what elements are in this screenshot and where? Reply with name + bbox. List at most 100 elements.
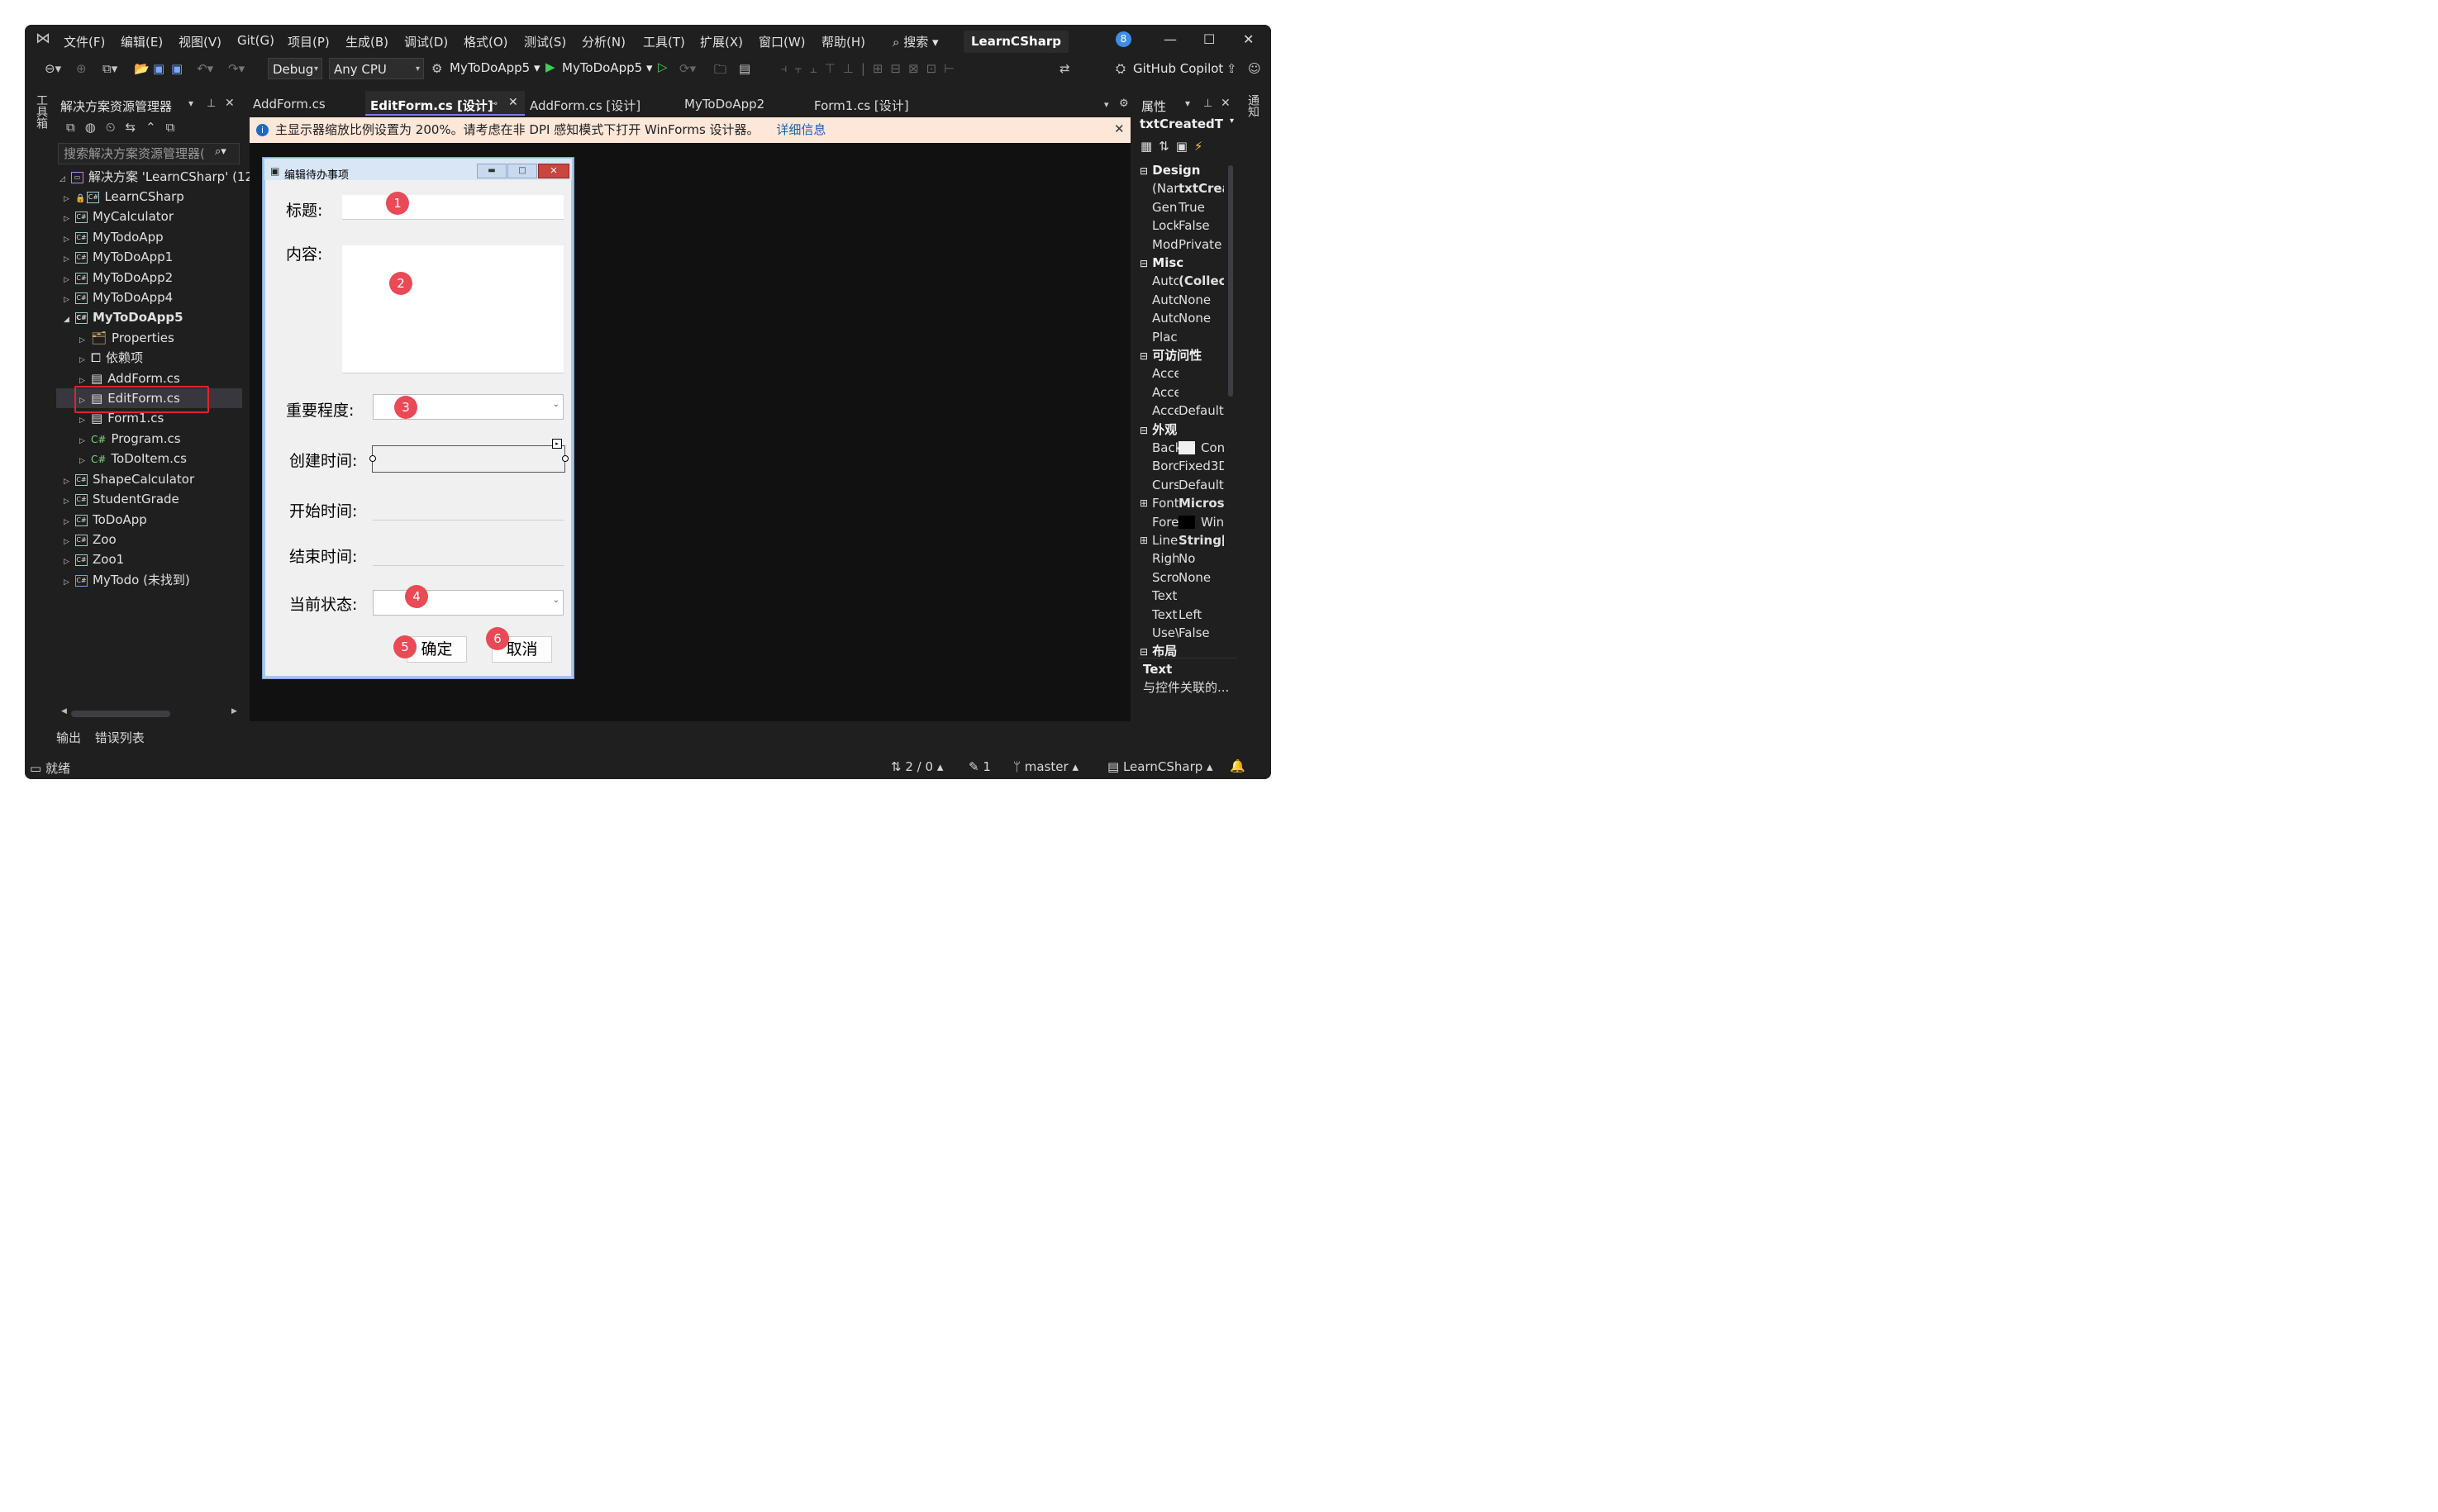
property-row[interactable]: Autc None bbox=[1138, 291, 1224, 309]
property-row[interactable]: Lock False bbox=[1138, 216, 1224, 235]
error-list-tab[interactable]: 错误列表 bbox=[95, 730, 145, 745]
property-row[interactable]: Righ No bbox=[1138, 549, 1224, 568]
tree-project-zoo[interactable]: ▷ C# Zoo bbox=[64, 530, 117, 549]
property-value[interactable]: None bbox=[1179, 291, 1211, 309]
property-value[interactable]: No bbox=[1179, 549, 1195, 568]
scroll-left-icon[interactable]: ◀ bbox=[61, 707, 67, 716]
gear-icon[interactable]: ⚙ bbox=[1119, 97, 1129, 110]
property-row[interactable]: Autc None bbox=[1138, 309, 1224, 327]
resize-handle-right[interactable] bbox=[562, 455, 569, 462]
open-icon[interactable]: 📂 bbox=[134, 61, 150, 76]
pin-icon[interactable]: ⊥ bbox=[207, 97, 216, 110]
panel-menu-icon[interactable]: ▾ bbox=[188, 97, 193, 109]
maximize-button[interactable]: ☐ bbox=[1203, 31, 1215, 47]
config-combo[interactable]: Debug ▾ bbox=[268, 58, 322, 79]
copilot-button[interactable]: GitHub Copilot bbox=[1133, 61, 1223, 76]
property-row[interactable]: Curs Default bbox=[1138, 476, 1224, 494]
tab-addform-designer[interactable]: AddForm.cs [设计] bbox=[530, 97, 640, 114]
status-repo[interactable]: ▤ LearnCSharp ▴ bbox=[1107, 759, 1213, 774]
end-time-textbox[interactable] bbox=[373, 541, 564, 566]
status-branch[interactable]: ᛘ master ▴ bbox=[1013, 759, 1079, 774]
form-close-button[interactable]: ✕ bbox=[538, 164, 569, 178]
property-category[interactable]: ⊟ 布局 bbox=[1140, 642, 1231, 660]
output-tab[interactable]: 输出 bbox=[56, 730, 81, 745]
panel-menu-icon[interactable]: ▾ bbox=[1185, 97, 1190, 109]
run-icon[interactable]: ▶ bbox=[545, 59, 555, 74]
layout-icon[interactable]: ▤ bbox=[739, 61, 750, 76]
horizontal-scrollbar[interactable] bbox=[71, 711, 170, 717]
tree-project-mytodoapp2[interactable]: ▷ C# MyToDoApp2 bbox=[64, 268, 173, 288]
folder-icon[interactable]: 🗀 bbox=[714, 61, 726, 82]
close-panel-icon[interactable]: ✕ bbox=[225, 97, 235, 110]
status-combobox[interactable]: ⌄ bbox=[373, 590, 564, 616]
new-item-icon[interactable]: ⧉▾ bbox=[102, 61, 117, 76]
tab-form1-designer[interactable]: Form1.cs [设计] bbox=[814, 97, 909, 114]
property-value[interactable]: Fixed3D bbox=[1179, 457, 1224, 475]
tab-addform-cs[interactable]: AddForm.cs bbox=[253, 97, 326, 112]
tree-project-shapecalculator[interactable]: ▷ C# ShapeCalculator bbox=[64, 469, 194, 489]
menu-edit[interactable]: 编辑(E) bbox=[121, 33, 163, 50]
tab-editform-designer[interactable]: EditForm.cs [设计] bbox=[370, 97, 493, 114]
property-row[interactable]: Acce bbox=[1138, 383, 1224, 402]
property-value[interactable]: Win bbox=[1201, 513, 1224, 531]
property-value[interactable]: Private bbox=[1179, 235, 1221, 254]
platform-combo[interactable]: Any CPU ▾ bbox=[329, 58, 424, 79]
property-value[interactable]: Default bbox=[1179, 402, 1224, 420]
pin-icon[interactable]: ⊥ bbox=[1203, 97, 1212, 110]
property-value[interactable]: None bbox=[1179, 309, 1211, 327]
save-icon[interactable]: ▣ bbox=[153, 61, 164, 76]
solution-search-input[interactable]: 搜索解决方案资源管理器( bbox=[58, 143, 240, 164]
property-row[interactable]: Borc Fixed3D bbox=[1138, 457, 1224, 475]
start-time-textbox[interactable] bbox=[373, 496, 564, 521]
menu-help[interactable]: 帮助(H) bbox=[821, 33, 865, 50]
menu-build[interactable]: 生成(B) bbox=[345, 33, 388, 50]
notification-badge[interactable]: 8 bbox=[1116, 31, 1131, 47]
tree-project-mycalculator[interactable]: ▷ C# MyCalculator bbox=[64, 207, 174, 226]
property-toolbar-icons[interactable]: ▦⇅▣⚡ bbox=[1140, 139, 1209, 154]
property-row[interactable]: Gen True bbox=[1138, 198, 1224, 216]
redo-icon[interactable]: ↷▾ bbox=[228, 61, 245, 76]
property-value[interactable]: txtCrea bbox=[1179, 179, 1224, 197]
property-category[interactable]: ⊟ 外观 bbox=[1140, 421, 1231, 439]
property-value[interactable]: Left bbox=[1179, 606, 1202, 624]
menu-view[interactable]: 视图(V) bbox=[179, 33, 221, 50]
menu-format[interactable]: 格式(O) bbox=[464, 33, 508, 50]
menu-window[interactable]: 窗口(W) bbox=[759, 33, 806, 50]
property-value[interactable]: False bbox=[1179, 216, 1210, 235]
scroll-right-icon[interactable]: ▶ bbox=[231, 707, 237, 716]
property-row[interactable]: Mod Private bbox=[1138, 235, 1224, 254]
property-value[interactable]: Con bbox=[1201, 439, 1224, 457]
run-target-button[interactable]: MyToDoApp5 ▾ bbox=[562, 60, 653, 75]
title-textbox[interactable] bbox=[342, 195, 564, 220]
close-panel-icon[interactable]: ✕ bbox=[1221, 97, 1231, 110]
share-icon[interactable]: ⇪ bbox=[1226, 61, 1237, 76]
tree-project-mytodoapp5[interactable]: ◢ C# MyToDoApp5 bbox=[64, 307, 183, 327]
tree-project-mytodo-missing[interactable]: ▷ C# MyTodo (未找到) bbox=[64, 570, 190, 590]
tree-solution-root[interactable]: ◿ ▭ 解决方案 'LearnCSharp' (12 bbox=[60, 167, 253, 187]
undo-icon[interactable]: ↶▾ bbox=[197, 61, 213, 76]
property-category[interactable]: ⊟ 可访问性 bbox=[1140, 346, 1231, 364]
tree-project-mytodoapp1[interactable]: ▷ C# MyToDoApp1 bbox=[64, 247, 173, 267]
expand-icon[interactable]: ⊞ bbox=[1140, 531, 1148, 549]
run-without-debug-icon[interactable]: ▷ bbox=[658, 59, 668, 74]
forward-icon[interactable]: ⊕ bbox=[76, 61, 87, 76]
menu-git[interactable]: Git(G) bbox=[237, 33, 274, 48]
property-value[interactable]: (Collect bbox=[1179, 272, 1224, 290]
close-window-button[interactable]: ✕ bbox=[1243, 31, 1254, 47]
tab-order-icon[interactable]: ⇄ bbox=[1059, 61, 1070, 76]
menu-test[interactable]: 测试(S) bbox=[524, 33, 566, 50]
property-value[interactable]: True bbox=[1179, 198, 1205, 216]
property-value[interactable]: Default bbox=[1179, 476, 1224, 494]
property-object-select[interactable]: txtCreatedT ▾ bbox=[1140, 116, 1239, 135]
tree-project-mytodoapp4[interactable]: ▷ C# MyToDoApp4 bbox=[64, 288, 173, 307]
property-row[interactable]: Fore Win bbox=[1138, 513, 1224, 531]
menu-project[interactable]: 项目(P) bbox=[288, 33, 330, 50]
menu-debug[interactable]: 调试(D) bbox=[404, 33, 448, 50]
property-row[interactable]: Text. Left bbox=[1138, 606, 1224, 624]
search-icon[interactable]: ⌕▾ bbox=[215, 145, 226, 158]
property-row[interactable]: Text bbox=[1138, 587, 1224, 605]
feedback-icon[interactable]: ☺ bbox=[1248, 61, 1261, 76]
tree-item-todoitem[interactable]: ▷ C# ToDoItem.cs bbox=[79, 449, 187, 468]
align-tools-icon[interactable]: ⫞⫟⫠⊤⊥|⊞⊟⊠⊡⊢ bbox=[781, 61, 962, 76]
notifications-tab[interactable]: 通知 bbox=[1245, 94, 1261, 117]
